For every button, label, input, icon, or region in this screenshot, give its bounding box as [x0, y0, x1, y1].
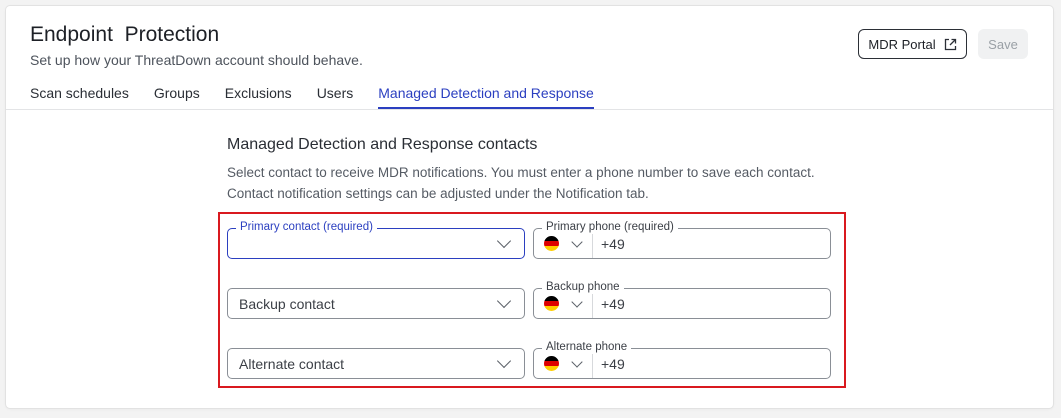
backup-phone-field[interactable]: Backup phone +49: [533, 280, 831, 319]
alternate-contact-placeholder: Alternate contact: [239, 355, 345, 372]
section-title: Managed Detection and Response contacts: [227, 136, 538, 153]
settings-card: Endpoint Protection Set up how your Thre…: [6, 6, 1053, 408]
tab-groups[interactable]: Groups: [154, 85, 200, 109]
alternate-phone-country-code: +49: [601, 355, 625, 372]
chevron-down-icon: [496, 293, 512, 309]
section-description: Select contact to receive MDR notificati…: [227, 165, 815, 201]
primary-contact-select[interactable]: Primary contact (required): [227, 220, 525, 259]
chevron-down-icon: [496, 233, 512, 249]
alternate-phone-field[interactable]: Alternate phone +49: [533, 340, 831, 379]
tab-managed-detection-and-response[interactable]: Managed Detection and Response: [378, 85, 594, 109]
backup-contact-placeholder: Backup contact: [239, 295, 335, 312]
backup-phone-country-code: +49: [601, 295, 625, 312]
country-chevron-down-icon[interactable]: [571, 295, 583, 308]
page-title: Endpoint Protection: [30, 23, 220, 46]
mdr-portal-label: MDR Portal: [868, 36, 936, 52]
alternate-phone-label: Alternate phone: [542, 340, 632, 354]
tab-users[interactable]: Users: [317, 85, 354, 109]
germany-flag-icon[interactable]: [544, 356, 559, 371]
tab-exclusions[interactable]: Exclusions: [225, 85, 292, 109]
country-chevron-down-icon[interactable]: [571, 235, 583, 248]
germany-flag-icon[interactable]: [544, 236, 559, 251]
tab-scan-schedules[interactable]: Scan schedules: [30, 85, 129, 109]
save-button[interactable]: Save: [978, 29, 1028, 59]
page-subtitle: Set up how your ThreatDown account shoul…: [30, 52, 363, 68]
tabs-divider: [6, 109, 1053, 110]
primary-phone-country-code: +49: [601, 235, 625, 252]
alternate-contact-select[interactable]: Alternate contact: [227, 348, 525, 379]
primary-phone-label: Primary phone (required): [542, 220, 678, 234]
chevron-down-icon: [496, 353, 512, 369]
primary-contact-label: Primary contact (required): [236, 220, 377, 234]
country-chevron-down-icon[interactable]: [571, 355, 583, 368]
external-link-icon: [944, 38, 956, 50]
backup-contact-select[interactable]: Backup contact: [227, 288, 525, 319]
settings-tabs: Scan schedules Groups Exclusions Users M…: [30, 85, 619, 109]
germany-flag-icon[interactable]: [544, 296, 559, 311]
mdr-portal-button[interactable]: MDR Portal: [858, 29, 967, 59]
backup-phone-label: Backup phone: [542, 280, 624, 294]
primary-phone-field[interactable]: Primary phone (required) +49: [533, 220, 831, 259]
